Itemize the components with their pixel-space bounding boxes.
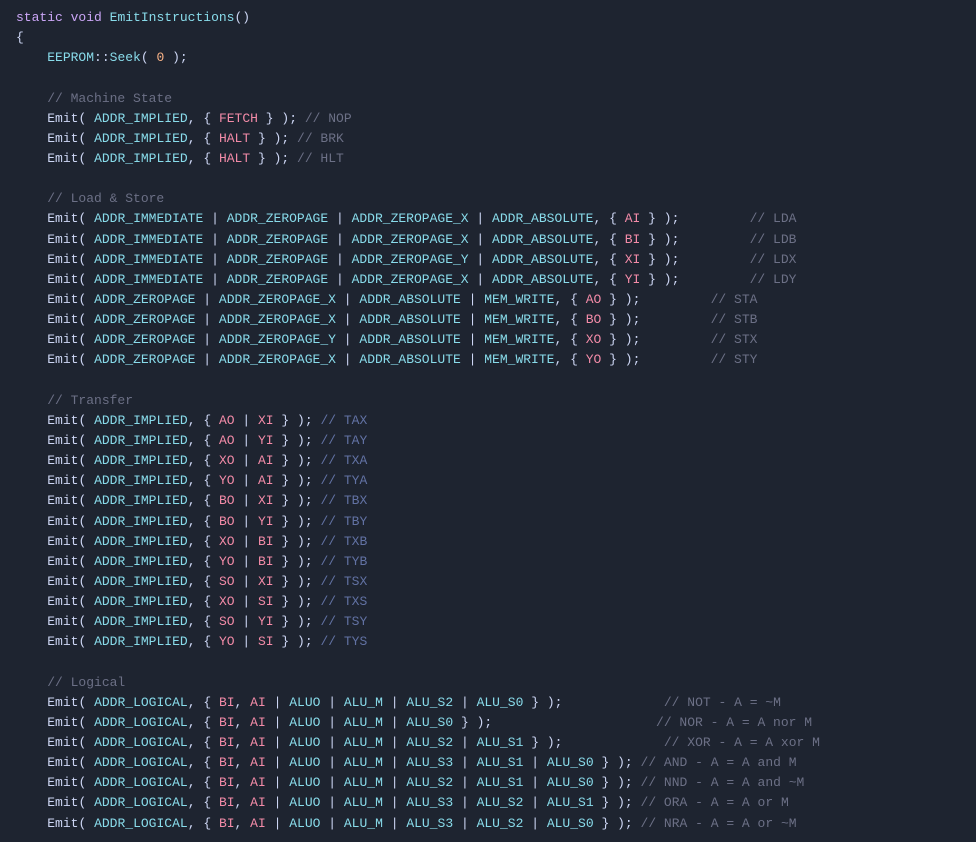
line-37: Emit( ADDR_LOGICAL, { BI, AI | ALUO | AL… xyxy=(16,733,960,753)
line-17: Emit( ADDR_ZEROPAGE | ADDR_ZEROPAGE_Y | … xyxy=(16,330,960,350)
line-21: Emit( ADDR_IMPLIED, { AO | XI } ); // TA… xyxy=(16,411,960,431)
line-41: Emit( ADDR_LOGICAL, { BI, AI | ALUO | AL… xyxy=(16,814,960,834)
line-13: Emit( ADDR_IMMEDIATE | ADDR_ZEROPAGE | A… xyxy=(16,250,960,270)
line-20: // Transfer xyxy=(16,391,960,411)
line-16: Emit( ADDR_ZEROPAGE | ADDR_ZEROPAGE_X | … xyxy=(16,310,960,330)
line-23: Emit( ADDR_IMPLIED, { XO | AI } ); // TX… xyxy=(16,451,960,471)
line-14: Emit( ADDR_IMMEDIATE | ADDR_ZEROPAGE | A… xyxy=(16,270,960,290)
line-39: Emit( ADDR_LOGICAL, { BI, AI | ALUO | AL… xyxy=(16,773,960,793)
line-26: Emit( ADDR_IMPLIED, { BO | YI } ); // TB… xyxy=(16,512,960,532)
line-10: // Load & Store xyxy=(16,189,960,209)
line-12: Emit( ADDR_IMMEDIATE | ADDR_ZEROPAGE | A… xyxy=(16,230,960,250)
line-28: Emit( ADDR_IMPLIED, { YO | BI } ); // TY… xyxy=(16,552,960,572)
line-7: Emit( ADDR_IMPLIED, { HALT } ); // BRK xyxy=(16,129,960,149)
line-9 xyxy=(16,169,960,189)
line-11: Emit( ADDR_IMMEDIATE | ADDR_ZEROPAGE | A… xyxy=(16,209,960,229)
line-15: Emit( ADDR_ZEROPAGE | ADDR_ZEROPAGE_X | … xyxy=(16,290,960,310)
line-22: Emit( ADDR_IMPLIED, { AO | YI } ); // TA… xyxy=(16,431,960,451)
line-32: Emit( ADDR_IMPLIED, { YO | SI } ); // TY… xyxy=(16,632,960,652)
line-40: Emit( ADDR_LOGICAL, { BI, AI | ALUO | AL… xyxy=(16,793,960,813)
line-38: Emit( ADDR_LOGICAL, { BI, AI | ALUO | AL… xyxy=(16,753,960,773)
line-2: { xyxy=(16,28,960,48)
line-4 xyxy=(16,68,960,88)
line-36: Emit( ADDR_LOGICAL, { BI, AI | ALUO | AL… xyxy=(16,713,960,733)
line-34: // Logical xyxy=(16,673,960,693)
line-30: Emit( ADDR_IMPLIED, { XO | SI } ); // TX… xyxy=(16,592,960,612)
line-25: Emit( ADDR_IMPLIED, { BO | XI } ); // TB… xyxy=(16,491,960,511)
line-5: // Machine State xyxy=(16,89,960,109)
line-33 xyxy=(16,653,960,673)
line-18: Emit( ADDR_ZEROPAGE | ADDR_ZEROPAGE_X | … xyxy=(16,350,960,370)
line-24: Emit( ADDR_IMPLIED, { YO | AI } ); // TY… xyxy=(16,471,960,491)
line-1: static void EmitInstructions() xyxy=(16,8,960,28)
code-editor: static void EmitInstructions() { EEPROM:… xyxy=(0,0,976,842)
line-8: Emit( ADDR_IMPLIED, { HALT } ); // HLT xyxy=(16,149,960,169)
line-31: Emit( ADDR_IMPLIED, { SO | YI } ); // TS… xyxy=(16,612,960,632)
line-3: EEPROM::Seek( 0 ); xyxy=(16,48,960,68)
line-6: Emit( ADDR_IMPLIED, { FETCH } ); // NOP xyxy=(16,109,960,129)
line-27: Emit( ADDR_IMPLIED, { XO | BI } ); // TX… xyxy=(16,532,960,552)
line-35: Emit( ADDR_LOGICAL, { BI, AI | ALUO | AL… xyxy=(16,693,960,713)
line-19 xyxy=(16,371,960,391)
line-29: Emit( ADDR_IMPLIED, { SO | XI } ); // TS… xyxy=(16,572,960,592)
